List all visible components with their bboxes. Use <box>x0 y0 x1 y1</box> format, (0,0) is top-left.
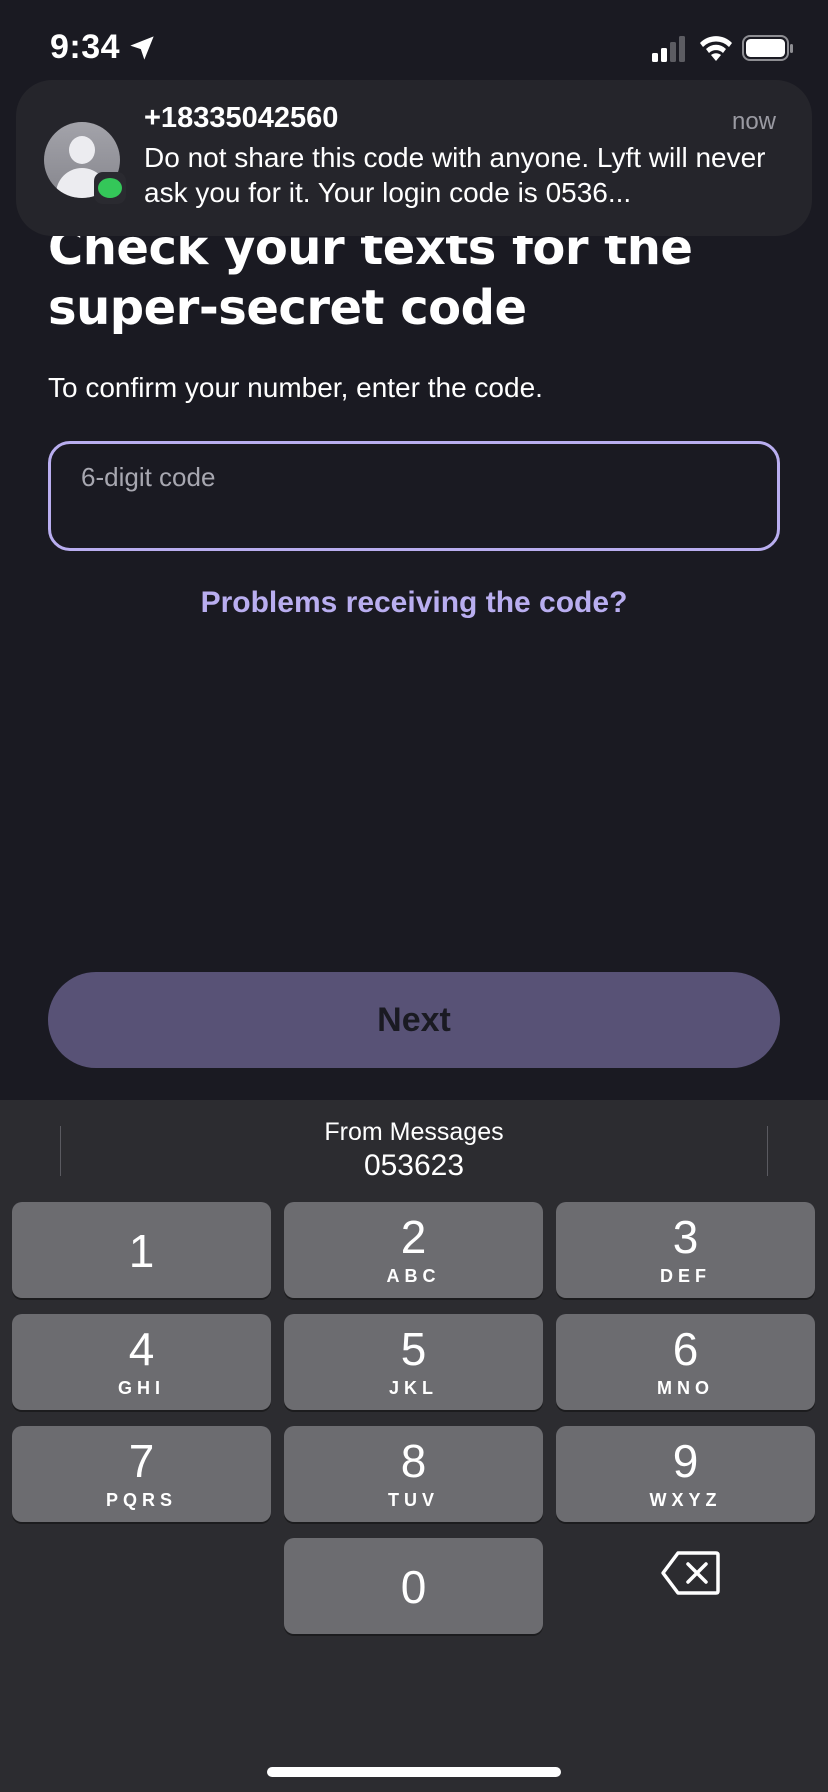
key-digit: 2 <box>400 1211 427 1263</box>
key-letters: JKL <box>388 1378 438 1398</box>
key-7[interactable]: 7 PQRS <box>12 1426 271 1522</box>
key-2[interactable]: 2 ABC <box>284 1202 543 1298</box>
key-digit: 9 <box>672 1435 699 1487</box>
wifi-icon <box>700 36 732 61</box>
notification-sender: +18335042560 <box>144 102 339 134</box>
next-button[interactable]: Next <box>48 972 780 1068</box>
autofill-divider <box>767 1126 768 1176</box>
page-title: Check your texts for the super-secret co… <box>48 220 693 336</box>
key-5[interactable]: 5 JKL <box>284 1314 543 1410</box>
key-letters: GHI <box>117 1378 165 1398</box>
key-digit: 6 <box>672 1323 699 1375</box>
key-letters: PQRS <box>105 1490 177 1510</box>
key-8[interactable]: 8 TUV <box>284 1426 543 1522</box>
sms-notification-banner[interactable]: +18335042560 now Do not share this code … <box>16 80 812 236</box>
next-button-label: Next <box>377 1000 451 1039</box>
cellular-signal-icon <box>652 36 685 62</box>
notification-body: Do not share this code with anyone. Lyft… <box>144 142 766 208</box>
key-digit: 4 <box>128 1323 155 1375</box>
key-6[interactable]: 6 MNO <box>556 1314 815 1410</box>
notification-time: now <box>731 108 776 135</box>
key-letters: MNO <box>657 1378 714 1398</box>
code-input-placeholder: 6-digit code <box>81 462 216 492</box>
key-letters: ABC <box>386 1266 441 1286</box>
key-digit: 3 <box>672 1211 699 1263</box>
home-indicator[interactable] <box>267 1767 561 1777</box>
code-input[interactable]: 6-digit code <box>48 441 780 551</box>
key-letters: WXYZ <box>649 1490 722 1510</box>
location-arrow-icon <box>130 36 154 60</box>
key-digit: 8 <box>400 1435 427 1487</box>
autofill-suggestion[interactable]: From Messages 053623 <box>0 1100 828 1196</box>
autofill-source-label: From Messages <box>324 1118 504 1146</box>
key-0[interactable]: 0 <box>284 1538 543 1634</box>
key-digit: 0 <box>400 1561 427 1613</box>
key-9[interactable]: 9 WXYZ <box>556 1426 815 1522</box>
status-time: 9:34 <box>50 28 121 66</box>
key-digit: 5 <box>400 1323 427 1375</box>
subtitle: To confirm your number, enter the code. <box>48 372 543 403</box>
key-1[interactable]: 1 <box>12 1202 271 1298</box>
key-letters: DEF <box>660 1266 711 1286</box>
key-digit: 1 <box>128 1225 155 1277</box>
key-digit: 7 <box>128 1435 155 1487</box>
battery-icon <box>742 35 793 61</box>
messages-app-icon <box>94 172 126 204</box>
key-4[interactable]: 4 GHI <box>12 1314 271 1410</box>
problems-receiving-code-link[interactable]: Problems receiving the code? <box>0 586 828 620</box>
key-3[interactable]: 3 DEF <box>556 1202 815 1298</box>
autofill-code: 053623 <box>363 1149 465 1182</box>
backspace-icon[interactable] <box>660 1550 720 1596</box>
key-letters: TUV <box>388 1490 439 1510</box>
